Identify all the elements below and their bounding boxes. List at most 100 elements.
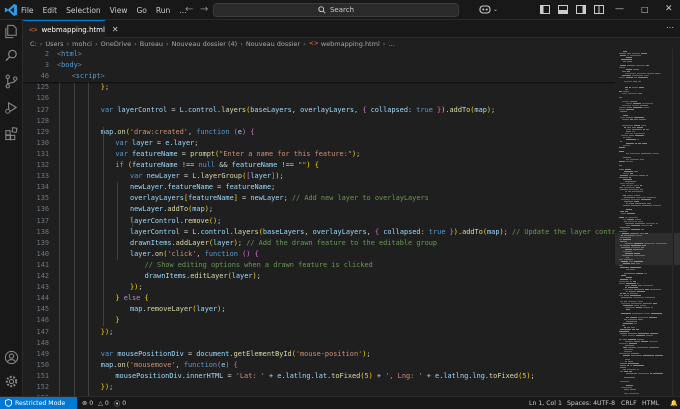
breadcrumb-item[interactable]: C: (30, 40, 37, 48)
code-editor[interactable]: 2 <html> 3 <body> 46 <script> 125}; 126 127 var l… (23, 49, 615, 396)
minimap-line (637, 139, 639, 140)
minimize-icon[interactable]: — (615, 3, 624, 16)
copilot-dropdown-icon[interactable]: ⌄ (493, 3, 498, 16)
code-line[interactable]: 134 newLayer.featureName = featureName; (23, 182, 615, 193)
minimap-line (643, 307, 650, 308)
minimap-line (643, 303, 652, 304)
notifications-bell-icon[interactable]: 🔔 (670, 397, 678, 409)
tab-webmapping-html[interactable]: <> webmapping.html ✕ (23, 20, 119, 38)
code-line[interactable]: 135 overlayLayers[featureName] = newLayer… (23, 193, 615, 204)
breadcrumb-item[interactable]: Nouveau dossier (246, 40, 300, 48)
code-line[interactable]: 147}); (23, 327, 615, 338)
extensions-icon[interactable] (4, 126, 19, 141)
code-line[interactable]: 141 // Show editing options when a drawn … (23, 260, 615, 271)
customize-layout-icon[interactable] (594, 5, 604, 14)
minimap-line (622, 119, 629, 120)
menu-selection[interactable]: Selection (66, 6, 101, 15)
code-line[interactable]: 142 drawnItems.editLayer(layer); (23, 271, 615, 282)
code-line[interactable]: 131 var featureName = prompt("Enter a nam… (23, 149, 615, 160)
ports-indicator[interactable]: ⦿ 0 (114, 397, 126, 409)
minimap-line (621, 59, 632, 60)
source-control-icon[interactable] (4, 74, 19, 89)
minimap-line (626, 57, 632, 58)
command-center-search[interactable]: Search (213, 3, 459, 17)
encoding-selector[interactable]: UTF-8 (597, 397, 615, 409)
code-line[interactable]: 138 layerControl = L.control.layers(baseL… (23, 227, 615, 238)
breadcrumb-item[interactable]: Nouveau dossier (4) (172, 40, 238, 48)
minimap-viewport[interactable] (615, 233, 672, 265)
explorer-icon[interactable] (4, 24, 19, 39)
toggle-panel-icon[interactable] (558, 5, 568, 14)
code-line[interactable]: 152}); (23, 382, 615, 393)
breadcrumb-item[interactable]: Bureau (140, 40, 163, 48)
minimap-line (630, 101, 637, 102)
menu-edit[interactable]: Edit (43, 6, 58, 15)
editor-scrollbar[interactable] (672, 49, 680, 396)
code-line[interactable]: 140 layer.on('click', function () { (23, 249, 615, 260)
menu-view[interactable]: View (110, 6, 128, 15)
code-line[interactable]: 137 layerControl.remove(); (23, 216, 615, 227)
back-arrow-icon[interactable]: ← (185, 4, 193, 16)
minimap-line (643, 285, 653, 286)
forward-arrow-icon[interactable]: → (200, 4, 208, 16)
language-mode-selector[interactable]: HTML (642, 397, 659, 409)
breadcrumb-item[interactable]: OneDrive (101, 40, 132, 48)
run-debug-icon[interactable] (4, 100, 19, 115)
code-line[interactable]: 129 map.on('draw:created', function (e) { (23, 127, 615, 138)
copilot-icon[interactable] (479, 4, 491, 15)
code-line[interactable]: 136 newLayer.addTo(map); (23, 204, 615, 215)
breadcrumb-separator-icon: › (240, 39, 243, 48)
line-number: 129 (36, 127, 49, 136)
code-line[interactable]: 148 (23, 338, 615, 349)
minimap[interactable] (615, 49, 672, 396)
sticky-scroll-line[interactable]: 2 <html> (23, 49, 615, 61)
cursor-position[interactable]: Ln 1, Col 1 (529, 397, 562, 409)
sticky-scroll-line[interactable]: 46 <script> (23, 71, 615, 83)
eol-selector[interactable]: CRLF (621, 397, 637, 409)
minimap-line (625, 87, 628, 88)
line-number: 136 (36, 205, 49, 214)
sticky-scroll-line[interactable]: 3 <body> (23, 60, 615, 72)
toggle-secondary-sidebar-icon[interactable] (576, 5, 586, 14)
search-sidebar-icon[interactable] (4, 48, 19, 63)
settings-gear-icon[interactable] (4, 374, 19, 389)
indentation-selector[interactable]: Spaces: 4 (567, 397, 597, 409)
restricted-mode-indicator[interactable]: Restricted Mode (0, 397, 77, 409)
breadcrumb-symbol[interactable]: … (388, 40, 395, 48)
code-line[interactable]: 149 var mousePositionDiv = document.getEl… (23, 349, 615, 360)
code-line[interactable]: 144} else { (23, 293, 615, 304)
vscode-logo-icon[interactable] (4, 3, 18, 17)
minimap-line (624, 389, 629, 390)
code-line[interactable]: 133 var newLayer = L.layerGroup([layer]); (23, 171, 615, 182)
code-line[interactable]: 132 if (featureName !== null && featureNa… (23, 160, 615, 171)
breadcrumb-item[interactable]: mohci (72, 40, 92, 48)
more-actions-icon[interactable]: ⋯ (666, 23, 674, 32)
toggle-sidebar-icon[interactable] (540, 5, 550, 14)
breadcrumb-file[interactable]: webmapping.html (321, 40, 380, 48)
breadcrumb-item[interactable]: Users (45, 40, 63, 48)
menu-file[interactable]: File (21, 6, 34, 15)
menu-run[interactable]: Run (156, 6, 170, 15)
minimap-line (627, 107, 632, 108)
code-line[interactable]: 139 drawnItems.addLayer(layer); // Add th… (23, 238, 615, 249)
code-line[interactable]: 130 var layer = e.layer; (23, 138, 615, 149)
close-window-icon[interactable]: ✕ (665, 3, 673, 16)
code-line[interactable]: 146} (23, 315, 615, 326)
tab-close-icon[interactable]: ✕ (112, 25, 119, 34)
code-line[interactable]: 150 map.on('mousemove', function(e) { (23, 360, 615, 371)
code-line[interactable]: 127 var layerControl = L.control.layers(b… (23, 105, 615, 116)
minimap-line (637, 339, 644, 340)
code-line[interactable]: 126 (23, 93, 615, 104)
code-line[interactable]: 128 (23, 116, 615, 127)
minimap-line (630, 293, 638, 294)
scrollbar-thumb[interactable] (674, 233, 680, 265)
maximize-icon[interactable]: □ (641, 3, 649, 16)
code-line[interactable]: 151 mousePositionDiv.innerHTML = 'Lat: ' … (23, 371, 615, 382)
code-line[interactable]: 145 map.removeLayer(layer); (23, 304, 615, 315)
account-icon[interactable] (4, 350, 19, 365)
line-number: 151 (36, 371, 49, 380)
problems-indicator[interactable]: ⊗ 0 △ 0 (82, 397, 109, 409)
code-line[interactable]: 143}); (23, 282, 615, 293)
menu-go[interactable]: Go (136, 6, 146, 15)
minimap-line (625, 223, 634, 224)
